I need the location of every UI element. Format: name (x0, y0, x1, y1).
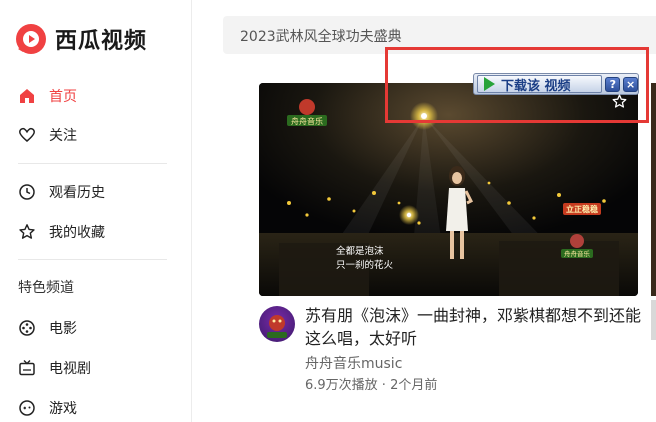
sidebar-item-label: 关注 (49, 128, 77, 144)
search-text: 2023武林风全球功夫盛典 (240, 29, 402, 45)
small-watermark: 舟舟音乐 (564, 249, 591, 258)
sidebar-item-label: 电视剧 (49, 361, 91, 377)
section-title: 特色频道 (18, 280, 74, 296)
lyric-line-1: 全都是泡沫 (336, 245, 384, 257)
clock-icon (18, 183, 36, 201)
help-button[interactable]: ? (605, 76, 621, 92)
xigua-logo-icon (15, 23, 47, 55)
sidebar-item-follow[interactable]: 关注 (18, 123, 77, 147)
download-button-label: 下载该 视频 (501, 78, 571, 94)
sidebar-item-label: 电影 (49, 321, 77, 337)
gamepad-icon (18, 399, 36, 417)
author-name[interactable]: 舟舟音乐music (305, 353, 402, 373)
home-icon (18, 87, 36, 105)
next-video-thumbnail[interactable] (651, 83, 656, 296)
sidebar-item-label: 游戏 (49, 401, 77, 417)
stage-sign: 立正稳稳 (566, 204, 598, 214)
star-icon (18, 223, 36, 241)
sidebar-item-favorites[interactable]: 我的收藏 (18, 220, 105, 244)
download-toolbar: 下载该 视频 ? × (473, 73, 639, 95)
next-video-avatar (651, 300, 656, 340)
sidebar-item-movies[interactable]: 电影 (18, 316, 77, 340)
sidebar-item-home[interactable]: 首页 (18, 84, 77, 108)
channel-watermark: 舟舟音乐 (291, 116, 323, 126)
close-button[interactable]: × (623, 76, 638, 92)
tv-icon (18, 359, 36, 377)
favorite-star-icon[interactable] (612, 94, 627, 109)
search-input[interactable]: 2023武林风全球功夫盛典 (223, 16, 656, 54)
sidebar-item-label: 首页 (49, 89, 77, 105)
lyric-line-2: 只一刹的花火 (336, 259, 394, 271)
sidebar-item-tv[interactable]: 电视剧 (18, 356, 91, 380)
video-meta: 6.9万次播放 · 2个月前 (305, 378, 438, 393)
divider (18, 259, 167, 260)
download-video-button[interactable]: 下载该 视频 (477, 75, 603, 94)
video-title[interactable]: 苏有朋《泡沫》一曲封神，邓紫棋都想不到还能这么唱，太好听 (305, 304, 645, 350)
heart-icon (18, 126, 36, 144)
stage-scene-image: 舟舟音乐 立正稳稳 舟舟音乐 全都是泡沫 只一刹的花火 (259, 83, 638, 296)
logo-text: 西瓜视频 (55, 29, 148, 54)
divider (18, 163, 167, 164)
help-icon: ? (609, 77, 616, 91)
sidebar: 西瓜视频 首页 关注 观看历史 我的收藏 特色频道 电影 电视剧 游戏 (0, 0, 192, 422)
logo[interactable]: 西瓜视频 (15, 22, 147, 56)
film-reel-icon (18, 319, 36, 337)
avatar[interactable] (259, 306, 295, 342)
play-arrow-icon (484, 77, 495, 91)
sidebar-item-games[interactable]: 游戏 (18, 396, 77, 420)
sidebar-item-label: 我的收藏 (49, 225, 105, 241)
close-icon: × (625, 77, 636, 91)
sidebar-item-label: 观看历史 (49, 185, 105, 201)
sidebar-item-history[interactable]: 观看历史 (18, 180, 105, 204)
video-thumbnail[interactable]: 舟舟音乐 立正稳稳 舟舟音乐 全都是泡沫 只一刹的花火 (259, 83, 638, 296)
